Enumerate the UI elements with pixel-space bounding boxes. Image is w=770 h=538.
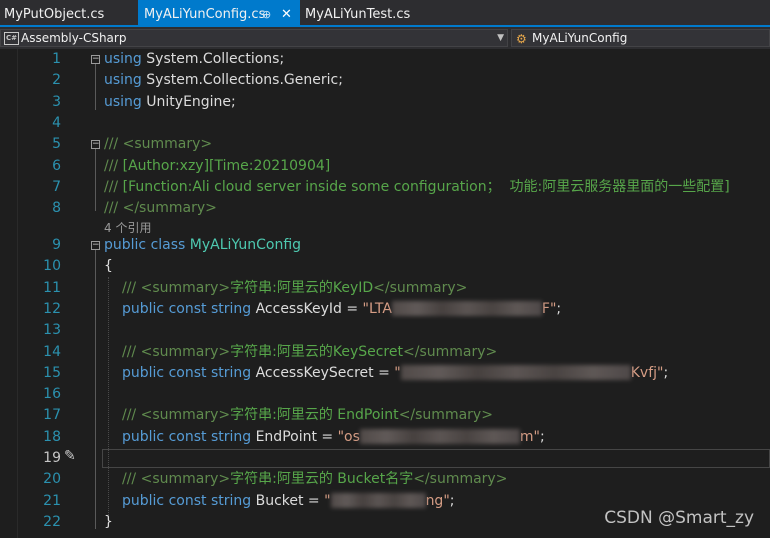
csharp-project-icon: C# bbox=[4, 32, 19, 45]
line-number: 7 bbox=[52, 178, 61, 195]
tab-myaliyunconfig[interactable]: MyALiYunConfig.cs ⊕ ✕ bbox=[138, 0, 300, 27]
tab-label: MyPutObject.cs bbox=[4, 7, 105, 22]
code-line: 5 /// <summary> bbox=[0, 134, 770, 155]
line-text: /// <summary>字符串:阿里云的 Bucket名字</summary> bbox=[122, 471, 508, 488]
redacted-value bbox=[359, 429, 520, 445]
project-dropdown[interactable]: C# Assembly-CSharp ▼ bbox=[0, 29, 508, 47]
code-line: 11 /// <summary>字符串:阿里云的KeyID</summary> bbox=[0, 278, 770, 299]
line-number: 12 bbox=[43, 300, 61, 317]
line-number: 9 bbox=[52, 237, 61, 253]
line-number: 3 bbox=[52, 93, 61, 110]
line-number: 16 bbox=[43, 386, 61, 403]
code-line: 4 bbox=[0, 113, 770, 134]
class-dropdown[interactable]: ⚙ MyALiYunConfig bbox=[511, 29, 770, 47]
tab-myputobject[interactable]: MyPutObject.cs bbox=[0, 0, 138, 27]
line-number: 17 bbox=[43, 407, 61, 424]
line-text: /// <summary>字符串:阿里云的 EndPoint</summary> bbox=[122, 407, 493, 424]
line-text: /// [Author:xzy][Time:20210904] bbox=[104, 157, 331, 174]
line-text: using System.Collections.Generic; bbox=[104, 72, 343, 89]
tab-myaliyuntest[interactable]: MyALiYunTest.cs bbox=[300, 0, 460, 27]
line-number: 15 bbox=[43, 364, 61, 381]
redacted-value bbox=[330, 493, 426, 509]
line-number: 11 bbox=[43, 279, 61, 296]
code-line: 13 bbox=[0, 320, 770, 341]
line-text: /// </summary> bbox=[104, 200, 217, 217]
navigation-bar: C# Assembly-CSharp ▼ ⚙ MyALiYunConfig bbox=[0, 27, 770, 50]
line-text: public const string AccessKeySecret = " K… bbox=[122, 364, 669, 381]
code-line: 9 public class MyALiYunConfig bbox=[0, 235, 770, 256]
line-text: public const string AccessKeyId = "LTA F"… bbox=[122, 300, 562, 317]
class-icon: ⚙ bbox=[516, 32, 527, 46]
line-number: 8 bbox=[52, 200, 61, 217]
code-line: 18 public const string EndPoint = "os m"; bbox=[0, 427, 770, 448]
line-number: 10 bbox=[43, 258, 61, 275]
line-text: /// <summary> bbox=[104, 136, 213, 153]
code-line: 1 using System.Collections; bbox=[0, 49, 770, 70]
code-line: 19 bbox=[0, 448, 770, 469]
code-line: 6 /// [Author:xzy][Time:20210904] bbox=[0, 156, 770, 177]
watermark: CSDN @Smart_zy bbox=[604, 508, 754, 528]
line-text: /// <summary>字符串:阿里云的KeySecret</summary> bbox=[122, 343, 498, 360]
code-editor[interactable]: − − − ✎ 1 using System.Collections; 2 us… bbox=[0, 49, 770, 538]
line-text: { bbox=[104, 258, 113, 275]
class-name: MyALiYunConfig bbox=[532, 31, 628, 45]
line-text: } bbox=[104, 513, 113, 530]
line-number: 22 bbox=[43, 513, 61, 530]
line-number: 19 bbox=[43, 450, 61, 466]
tab-label: MyALiYunConfig.cs bbox=[144, 7, 266, 22]
redacted-value bbox=[400, 365, 631, 381]
line-number: 6 bbox=[52, 157, 61, 174]
tab-label: MyALiYunTest.cs bbox=[305, 7, 411, 22]
line-number: 5 bbox=[52, 136, 61, 153]
line-text: public class MyALiYunConfig bbox=[104, 237, 302, 253]
line-text: using System.Collections; bbox=[104, 51, 285, 67]
code-line: 12 public const string AccessKeyId = "LT… bbox=[0, 299, 770, 320]
line-number: 4 bbox=[52, 114, 61, 131]
chevron-down-icon: ▼ bbox=[497, 33, 504, 43]
line-text: /// [Function:Ali cloud server inside so… bbox=[104, 178, 730, 195]
redacted-value bbox=[391, 301, 542, 317]
code-line: 3 using UnityEngine; bbox=[0, 92, 770, 113]
code-line: 7 /// [Function:Ali cloud server inside … bbox=[0, 177, 770, 198]
line-number: 20 bbox=[43, 471, 61, 488]
document-tab-strip: MyPutObject.cs MyALiYunConfig.cs ⊕ ✕ MyA… bbox=[0, 0, 770, 27]
line-text: public const string Bucket = " ng"; bbox=[122, 492, 455, 509]
code-line: 14 /// <summary>字符串:阿里云的KeySecret</summa… bbox=[0, 342, 770, 363]
line-number: 21 bbox=[43, 492, 61, 509]
line-text: public const string EndPoint = "os m"; bbox=[122, 428, 545, 445]
code-line: 17 /// <summary>字符串:阿里云的 EndPoint</summa… bbox=[0, 405, 770, 426]
code-line: 2 using System.Collections.Generic; bbox=[0, 70, 770, 91]
line-number: 2 bbox=[52, 72, 61, 89]
code-line: 20 /// <summary>字符串:阿里云的 Bucket名字</summa… bbox=[0, 469, 770, 490]
line-number: 13 bbox=[43, 322, 61, 339]
line-number: 1 bbox=[52, 51, 61, 67]
line-text: using UnityEngine; bbox=[104, 93, 236, 110]
line-text: /// <summary>字符串:阿里云的KeyID</summary> bbox=[122, 279, 468, 296]
project-name: Assembly-CSharp bbox=[21, 31, 127, 45]
code-line: 16 bbox=[0, 384, 770, 405]
code-line: 15 public const string AccessKeySecret =… bbox=[0, 363, 770, 384]
line-number: 18 bbox=[43, 428, 61, 445]
code-line: 8 /// </summary> bbox=[0, 198, 770, 219]
code-line: 10 { bbox=[0, 256, 770, 277]
line-number: 14 bbox=[43, 343, 61, 360]
